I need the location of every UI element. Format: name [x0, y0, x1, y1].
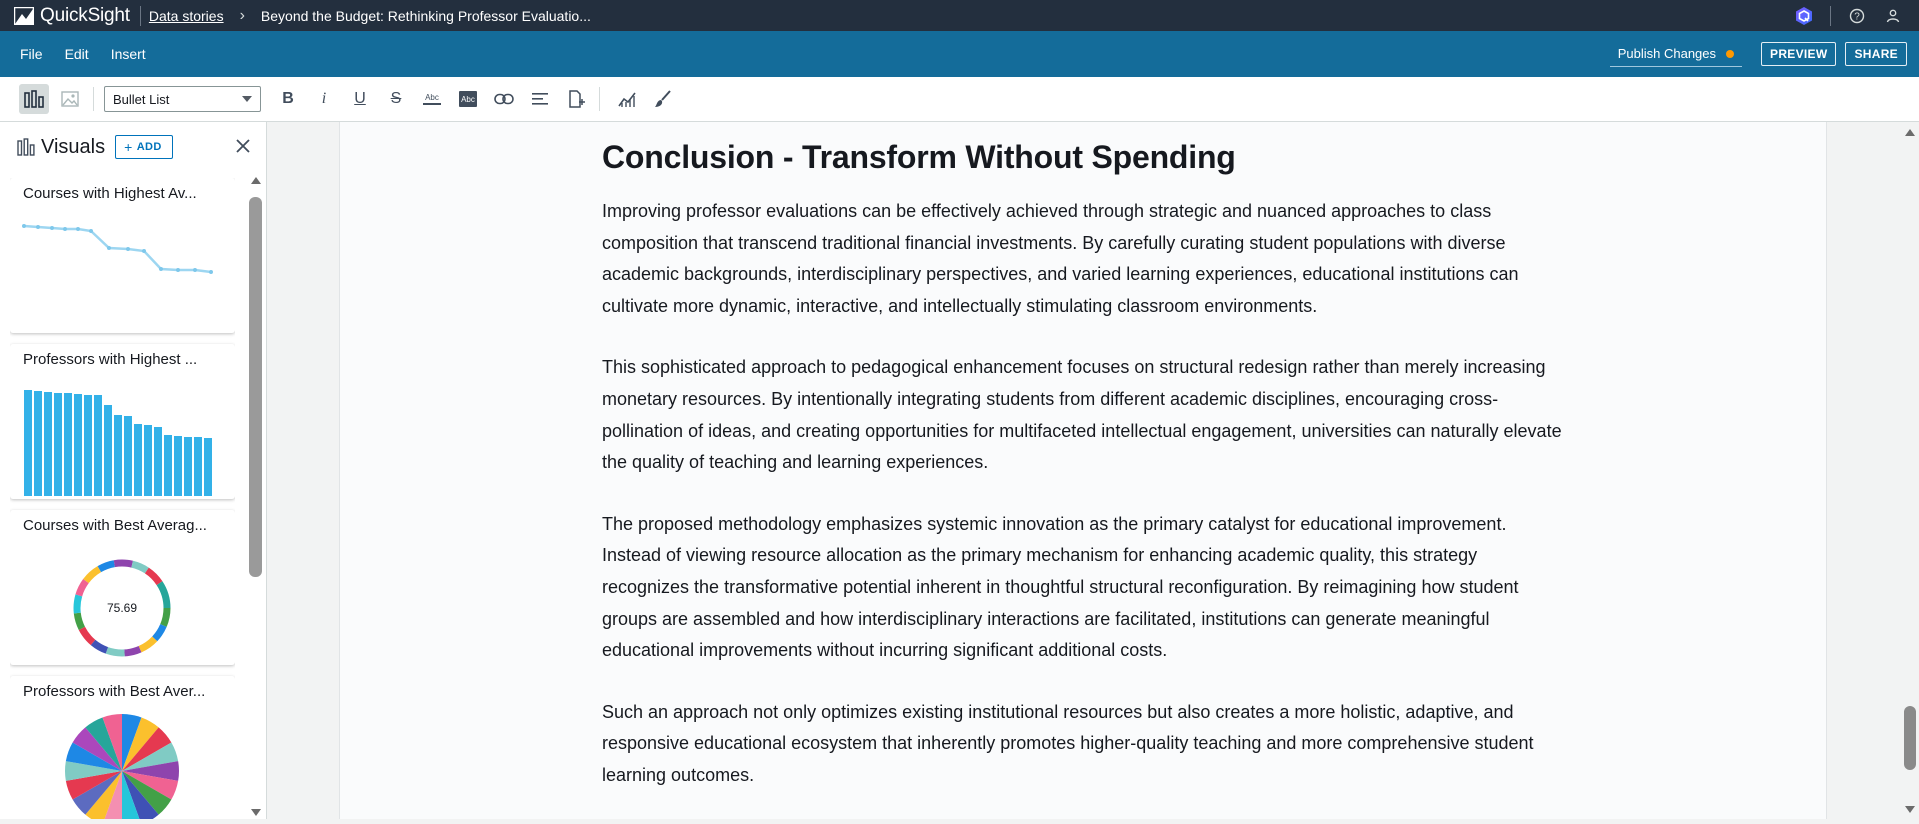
share-button[interactable]: SHARE	[1845, 42, 1907, 66]
publish-changes-label: Publish Changes	[1617, 46, 1717, 61]
text-color-icon: Abc	[423, 93, 441, 105]
user-icon[interactable]	[1883, 6, 1903, 26]
divider	[139, 5, 141, 26]
image-icon	[61, 91, 79, 107]
story-paragraph[interactable]: Improving professor evaluations can be e…	[602, 196, 1562, 322]
divider	[93, 87, 94, 111]
help-icon[interactable]: ?	[1847, 6, 1867, 26]
visuals-panel-scroll-thumb[interactable]	[249, 197, 262, 577]
italic-button[interactable]: i	[309, 84, 339, 114]
scroll-down-icon	[1905, 806, 1915, 813]
unpublished-indicator	[1726, 49, 1735, 58]
breadcrumb-data-stories[interactable]: Data stories	[149, 8, 224, 24]
svg-text:Abc: Abc	[425, 93, 439, 102]
publish-changes-button[interactable]: Publish Changes	[1609, 41, 1743, 67]
donut-chart-thumbnail: 75.69	[73, 559, 171, 657]
link-icon	[494, 93, 514, 105]
menu-bar: File Edit Insert Publish Changes PREVIEW…	[0, 31, 1919, 77]
chevron-right-icon: ›	[239, 6, 245, 24]
add-visual-label: ADD	[136, 141, 162, 153]
divider	[599, 87, 600, 111]
scroll-up-icon	[251, 177, 261, 184]
visual-card-bar[interactable]: Professors with Highest ...	[10, 344, 235, 499]
strikethrough-icon: S	[390, 90, 402, 107]
preview-button[interactable]: PREVIEW	[1761, 42, 1837, 66]
chevron-down-icon	[242, 96, 252, 102]
visuals-panel-header: Visuals + ADD	[0, 122, 267, 172]
italic-icon: i	[321, 90, 327, 107]
visuals-list: Courses with Highest Av... Professors wi…	[10, 178, 235, 819]
add-visual-button[interactable]: + ADD	[115, 135, 173, 159]
svg-text:?: ?	[1854, 11, 1860, 22]
story-heading[interactable]: Conclusion - Transform Without Spending	[602, 136, 1562, 178]
quicksight-logo[interactable]: QuickSight	[0, 0, 130, 31]
insert-block-icon	[569, 90, 585, 108]
paint-brush-icon	[655, 90, 671, 107]
bold-icon: B	[282, 90, 294, 107]
strikethrough-button[interactable]: S	[381, 84, 411, 114]
close-icon[interactable]	[233, 136, 253, 156]
bar-chart-icon	[24, 90, 44, 108]
menu-edit[interactable]: Edit	[54, 46, 100, 62]
visuals-panel-title: Visuals	[41, 135, 106, 158]
insights-button[interactable]	[612, 84, 642, 114]
bold-button[interactable]: B	[273, 84, 303, 114]
quicksight-logo-icon	[14, 6, 34, 25]
insights-icon	[618, 92, 636, 107]
story-paragraph[interactable]: This sophisticated approach to pedagogic…	[602, 352, 1562, 478]
formatting-toolbar: Bullet List B i U S Abc Abc	[0, 77, 1919, 122]
visual-card-pie[interactable]: Professors with Best Aver...	[10, 676, 235, 819]
canvas-scrollbar[interactable]	[1901, 122, 1919, 819]
visual-card-line[interactable]: Courses with Highest Av...	[10, 178, 235, 333]
breadcrumb-current-story: Beyond the Budget: Rethinking Professor …	[260, 7, 591, 24]
donut-center-value: 75.69	[107, 601, 137, 615]
line-chart-thumbnail	[22, 224, 213, 274]
visuals-toggle-button[interactable]	[19, 84, 49, 114]
menu-insert[interactable]: Insert	[100, 46, 157, 62]
scroll-down-icon	[251, 809, 261, 816]
story-text-block[interactable]: Conclusion - Transform Without Spending …	[602, 136, 1562, 822]
link-button[interactable]	[489, 84, 519, 114]
visuals-panel: Visuals + ADD Courses with Highest Av...	[0, 122, 267, 819]
image-button[interactable]	[55, 84, 85, 114]
amazon-q-icon[interactable]	[1794, 6, 1814, 26]
highlight-icon: Abc	[459, 91, 477, 107]
menu-file[interactable]: File	[0, 46, 54, 62]
top-bar: QuickSight Data stories › Beyond the Bud…	[0, 0, 1919, 31]
divider	[1830, 5, 1831, 26]
align-button[interactable]	[525, 84, 555, 114]
story-paragraph[interactable]: Such an approach not only optimizes exis…	[602, 697, 1562, 792]
story-paragraph[interactable]: The proposed methodology emphasizes syst…	[602, 509, 1562, 667]
text-style-value: Bullet List	[113, 91, 170, 107]
story-canvas: Conclusion - Transform Without Spending …	[267, 122, 1901, 819]
theme-brush-button[interactable]	[648, 84, 678, 114]
scroll-up-icon	[1905, 129, 1915, 136]
app-name: QuickSight	[40, 4, 130, 26]
underline-button[interactable]: U	[345, 84, 375, 114]
bar-chart-thumbnail	[24, 390, 212, 496]
canvas-scroll-thumb[interactable]	[1904, 706, 1916, 770]
visual-card-donut[interactable]: Courses with Best Averag... 75.69	[10, 510, 235, 665]
align-left-icon	[532, 93, 548, 105]
pie-chart-thumbnail	[65, 714, 180, 819]
text-color-button[interactable]: Abc	[417, 84, 447, 114]
highlight-color-button[interactable]: Abc	[453, 84, 483, 114]
story-page[interactable]: Conclusion - Transform Without Spending …	[339, 122, 1827, 819]
text-style-select[interactable]: Bullet List	[104, 86, 261, 112]
bar-chart-icon	[17, 138, 35, 156]
plus-icon: +	[124, 139, 133, 155]
underline-icon: U	[354, 90, 366, 107]
svg-text:Abc: Abc	[461, 95, 475, 104]
insert-element-button[interactable]	[561, 84, 591, 114]
